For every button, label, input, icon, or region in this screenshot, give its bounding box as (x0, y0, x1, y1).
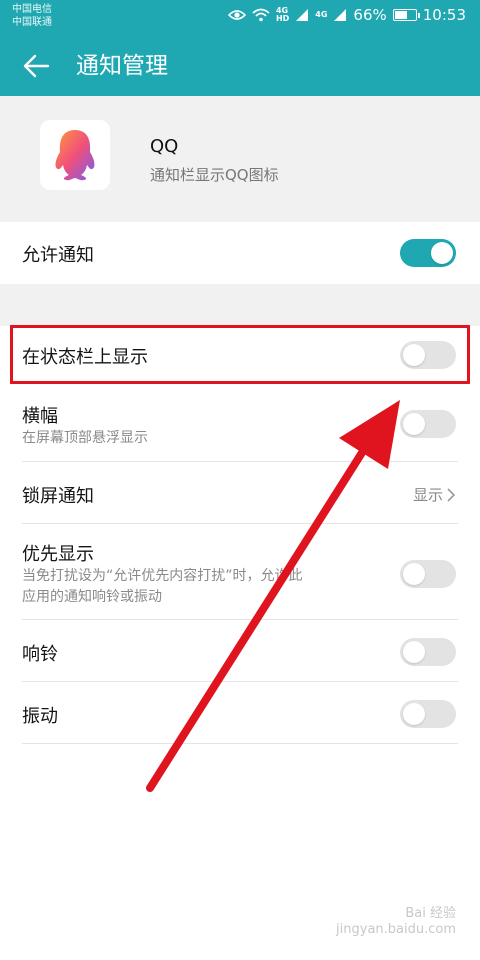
back-button[interactable] (18, 48, 54, 84)
row-title: 优先显示 (22, 544, 94, 565)
toggle-knob (403, 703, 425, 725)
back-arrow-icon (23, 54, 50, 78)
row-allow-notifications[interactable]: 允许通知 (0, 222, 480, 284)
status-icons: 4G HD 4G 66% 10:53 (227, 6, 466, 24)
row-ring[interactable]: 响铃 (0, 620, 480, 682)
signal-icon (333, 8, 347, 22)
row-status-bar-display[interactable]: 在状态栏上显示 (0, 326, 480, 384)
toggle-knob (403, 413, 425, 435)
allow-notifications-toggle[interactable] (400, 239, 456, 267)
clock: 10:53 (422, 6, 466, 24)
toggle-knob (403, 563, 425, 585)
network-type-2: 4G (315, 10, 328, 19)
watermark-line-2: jingyan.baidu.com (336, 922, 456, 937)
app-description: 通知栏显示QQ图标 (150, 166, 279, 184)
lock-screen-value-text: 显示 (412, 486, 443, 504)
row-subtitle: 在屏幕顶部悬浮显示 (22, 430, 148, 446)
status-bar: 中国电信 中国联通 4G HD 4G 66% 10:53 (0, 0, 480, 34)
battery-icon (392, 9, 420, 21)
vibrate-toggle[interactable] (400, 700, 456, 728)
toggle-knob (403, 641, 425, 663)
toggle-knob (431, 242, 453, 264)
ring-toggle[interactable] (400, 638, 456, 666)
row-vibrate[interactable]: 振动 (0, 682, 480, 744)
carrier-info: 中国电信 中国联通 (12, 3, 52, 29)
row-title: 振动 (22, 706, 58, 727)
row-banner[interactable]: 横幅 在屏幕顶部悬浮显示 (0, 384, 480, 462)
row-title: 允许通知 (22, 245, 94, 266)
row-lock-screen[interactable]: 锁屏通知 显示 (0, 462, 480, 524)
app-header: 中国电信 中国联通 4G HD 4G 66% 10:53 通知管理 (0, 0, 480, 96)
signal-icon (295, 8, 309, 22)
battery-percent: 66% (353, 6, 387, 24)
lock-screen-value[interactable]: 显示 (413, 484, 456, 505)
app-info-card: QQ 通知栏显示QQ图标 (0, 96, 480, 222)
section-gap (0, 284, 480, 326)
row-title: 在状态栏上显示 (22, 347, 148, 368)
row-subtitle-line-1: 当免打扰设为“允许优先内容打扰”时，允许此 (22, 568, 303, 584)
watermark-line-1: Bai 经验 (405, 906, 456, 921)
eye-icon (227, 9, 246, 21)
carrier-2: 中国联通 (12, 17, 52, 28)
toolbar: 通知管理 (0, 42, 480, 90)
watermark: Bai 经验 jingyan.baidu.com (336, 906, 456, 938)
status-bar-display-toggle[interactable] (400, 341, 456, 369)
page-title: 通知管理 (76, 53, 168, 79)
row-subtitle-line-2: 应用的通知响铃或振动 (22, 589, 162, 605)
chevron-right-icon (447, 487, 456, 502)
priority-display-toggle[interactable] (400, 560, 456, 588)
wifi-icon (252, 8, 270, 22)
network-type-1: 4G HD (275, 6, 290, 23)
row-title: 横幅 (22, 406, 58, 427)
row-title: 锁屏通知 (22, 486, 94, 507)
divider (22, 743, 458, 744)
toggle-knob (403, 344, 425, 366)
battery-fill (394, 11, 408, 19)
app-icon (40, 120, 110, 190)
app-name: QQ (150, 136, 179, 157)
banner-toggle[interactable] (400, 410, 456, 438)
qq-penguin-icon (55, 130, 95, 181)
row-priority-display[interactable]: 优先显示 当免打扰设为“允许优先内容打扰”时，允许此 应用的通知响铃或振动 (0, 524, 480, 620)
row-title: 响铃 (22, 644, 58, 665)
carrier-1: 中国电信 (12, 4, 52, 15)
